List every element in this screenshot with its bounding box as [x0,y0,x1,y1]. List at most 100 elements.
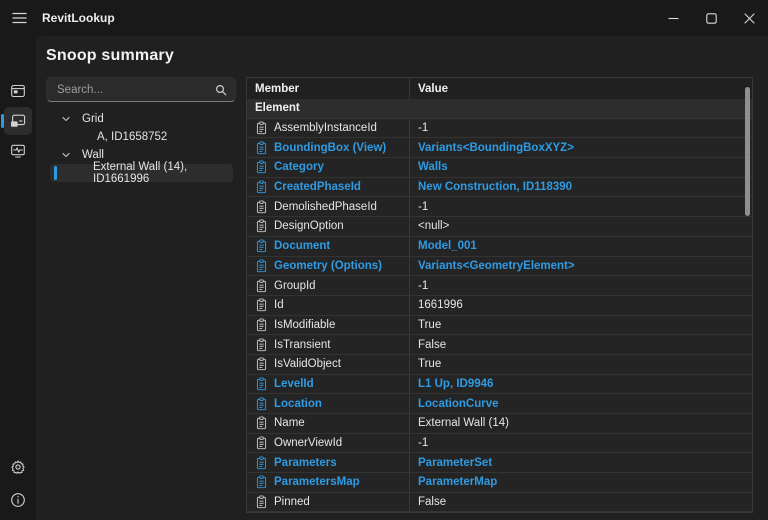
member-cell[interactable]: ParametersMap [247,473,410,492]
member-value: ParameterMap [418,476,497,488]
table-row[interactable]: DemolishedPhaseId-1 [247,197,752,217]
table-row[interactable]: Geometry (Options) Variants<GeometryEleme… [247,257,752,277]
close-button[interactable] [730,0,768,36]
member-cell[interactable]: LevelId [247,375,410,394]
tree-item-grid-a[interactable]: A, ID1658752 [46,128,236,146]
member-name: CreatedPhaseId [274,181,361,193]
search-icon [215,84,227,96]
sidebar-item-snoop-summary[interactable] [4,107,32,135]
gear-icon [10,459,26,475]
member-value: Variants<BoundingBoxXYZ> [418,142,574,154]
member-cell[interactable]: Parameters [247,453,410,472]
member-name: IsValidObject [274,358,341,370]
member-value: -1 [418,280,428,292]
member-name: Geometry (Options) [274,260,382,272]
member-clipboard-icon [255,456,268,470]
member-clipboard-icon [255,200,268,214]
table-row[interactable]: DesignOption<null> [247,217,752,237]
table-row[interactable]: IsTransientFalse [247,335,752,355]
tree-node-label: Wall [82,149,104,161]
column-header-member[interactable]: Member [247,78,410,99]
app-title: RevitLookup [42,11,115,25]
titlebar: RevitLookup [0,0,768,36]
table-row[interactable]: Id1661996 [247,296,752,316]
table-row[interactable]: PinnedFalse [247,493,752,513]
table-row[interactable]: Parameters ParameterSet [247,453,752,473]
member-clipboard-icon [255,121,268,135]
table-group-header[interactable]: Element [247,99,752,119]
member-cell[interactable]: Location [247,394,410,413]
value-cell: 1661996 [410,296,752,315]
table-row[interactable]: LocationLocationCurve [247,394,752,414]
member-value: Model_001 [418,240,477,252]
member-name: OwnerViewId [274,437,342,449]
member-clipboard-icon [255,180,268,194]
value-cell[interactable]: ParameterSet [410,453,752,472]
table-row[interactable]: Name External Wall (14) [247,414,752,434]
member-cell[interactable]: Document [247,237,410,256]
member-clipboard-icon [255,338,268,352]
sidebar-item-about[interactable] [4,486,32,514]
member-cell[interactable]: BoundingBox (View) [247,138,410,157]
sidebar-item-dashboard[interactable] [4,77,32,105]
close-icon [744,13,755,24]
info-icon [10,492,26,508]
snoop-summary-icon [10,113,26,129]
maximize-button[interactable] [692,0,730,36]
member-name: IsTransient [274,339,330,351]
table-row[interactable]: GroupId-1 [247,276,752,296]
event-monitor-icon [10,143,26,159]
member-name: ParametersMap [274,476,360,488]
member-name: AssemblyInstanceId [274,122,377,134]
sidebar-item-event-monitor[interactable] [4,137,32,165]
value-cell[interactable]: LocationCurve [410,394,752,413]
tree-item-external-wall[interactable]: External Wall (14), ID1661996 [50,164,233,182]
sidebar [0,36,36,520]
search-box[interactable] [46,77,236,102]
value-cell[interactable]: L1 Up, ID9946 [410,375,752,394]
member-cell: IsModifiable [247,316,410,335]
table-row[interactable]: OwnerViewId-1 [247,434,752,454]
table-row[interactable]: IsModifiableTrue [247,316,752,336]
hamburger-icon [12,12,27,24]
member-value: 1661996 [418,299,463,311]
tree-item-label: External Wall (14), ID1661996 [93,161,233,185]
table-row[interactable]: Document Model_001 [247,237,752,257]
member-value: External Wall (14) [418,417,509,429]
member-value: Walls [418,161,448,173]
search-input[interactable] [47,84,215,96]
minimize-button[interactable] [654,0,692,36]
member-name: Parameters [274,457,337,469]
hamburger-menu-button[interactable] [4,5,34,31]
member-cell[interactable]: Category [247,158,410,177]
chevron-down-icon[interactable] [61,150,71,160]
table-row[interactable]: LevelIdL1 Up, ID9946 [247,375,752,395]
table-row[interactable]: ParametersMap ParameterMap [247,473,752,493]
main-panel: Snoop summary Grid A, ID1658752 Wall Ext… [36,36,768,520]
column-header-value[interactable]: Value [410,78,752,99]
value-cell[interactable]: ParameterMap [410,473,752,492]
table-row[interactable]: BoundingBox (View) Variants<BoundingBoxXY… [247,138,752,158]
member-clipboard-icon [255,377,268,391]
tree-node-grid[interactable]: Grid [46,110,236,128]
vertical-scrollbar-thumb[interactable] [745,87,750,216]
member-cell: Name [247,414,410,433]
member-cell[interactable]: Geometry (Options) [247,257,410,276]
minimize-icon [668,13,679,24]
table-row[interactable]: AssemblyInstanceId-1 [247,119,752,139]
table-row[interactable]: IsValidObjectTrue [247,355,752,375]
sidebar-item-settings[interactable] [4,453,32,481]
selected-accent-bar [1,114,4,128]
value-cell: External Wall (14) [410,414,752,433]
table-row[interactable]: Category Walls [247,158,752,178]
chevron-down-icon[interactable] [61,114,71,124]
member-cell: DesignOption [247,217,410,236]
value-cell[interactable]: New Construction, ID118390 [410,178,752,197]
value-cell[interactable]: Variants<GeometryElement> [410,257,752,276]
value-cell[interactable]: Variants<BoundingBoxXYZ> [410,138,752,157]
value-cell[interactable]: Model_001 [410,237,752,256]
member-cell[interactable]: CreatedPhaseId [247,178,410,197]
value-cell[interactable]: Walls [410,158,752,177]
table-row[interactable]: CreatedPhaseId New Construction, ID118390 [247,178,752,198]
value-cell: True [410,316,752,335]
